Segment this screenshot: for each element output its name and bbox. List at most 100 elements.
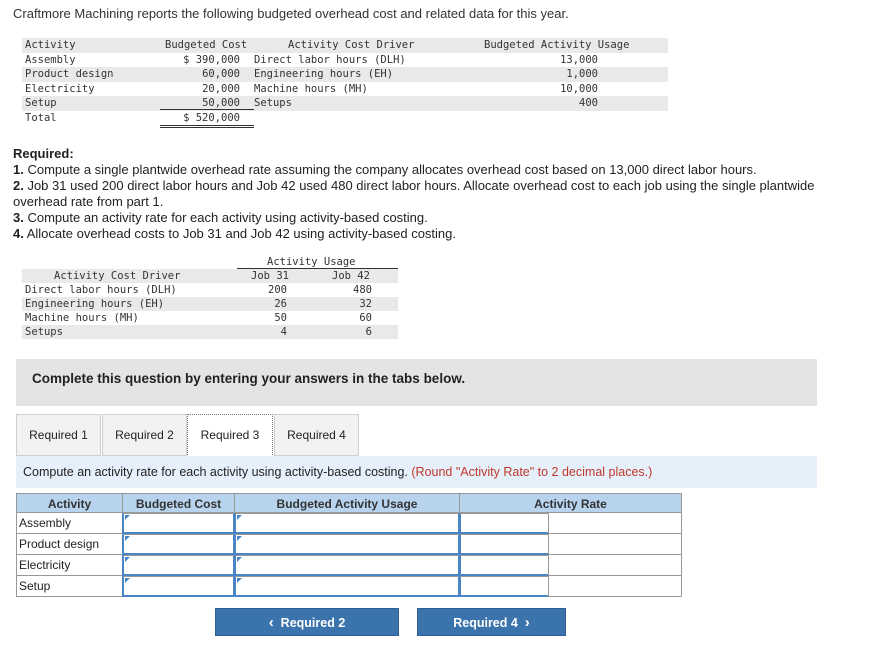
row-driver: Setups xyxy=(25,326,63,338)
instruction-main: Compute an activity rate for each activi… xyxy=(23,465,412,479)
budgeted-cost-input[interactable] xyxy=(122,534,235,555)
input-marker-icon xyxy=(125,557,130,562)
activity-rate-cell xyxy=(548,513,682,534)
chevron-left-icon: ‹ xyxy=(268,614,274,631)
col-header-budgeted-usage: Budgeted Activity Usage xyxy=(234,493,460,513)
instruction-text: Compute an activity rate for each activi… xyxy=(23,465,652,479)
row-usage: 10,000 xyxy=(560,82,598,95)
answer-row-label: Product design xyxy=(16,534,123,555)
row-job-42: 32 xyxy=(359,298,372,310)
prev-required-2-button[interactable]: ‹ Required 2 xyxy=(215,608,399,636)
input-marker-icon xyxy=(237,557,242,562)
banner-text: Complete this question by entering your … xyxy=(32,371,466,386)
table-row: Machine hours (MH) 50 60 xyxy=(22,311,398,325)
item-number: 2. xyxy=(13,178,24,193)
item-text: Allocate overhead costs to Job 31 and Jo… xyxy=(23,226,456,241)
intro-text: Craftmore Machining reports the followin… xyxy=(13,6,569,21)
row-cost: 50,000 xyxy=(202,97,240,109)
required-item-4: 4. Allocate overhead costs to Job 31 and… xyxy=(13,226,843,242)
activity-usage-table: Activity Usage Activity Cost Driver Job … xyxy=(22,255,398,339)
row-job-42: 60 xyxy=(359,312,372,324)
table-row: Assembly $ 390,000 Direct labor hours (D… xyxy=(22,53,668,68)
row-activity: Product design xyxy=(25,68,114,80)
row-driver: Setups xyxy=(254,97,292,109)
row-job-31: 26 xyxy=(274,298,287,310)
row-driver: Machine hours (MH) xyxy=(25,312,139,324)
header-job-42: Job 42 xyxy=(332,270,370,282)
rate-operator-input[interactable] xyxy=(459,513,550,534)
required-item-3: 3. Compute an activity rate for each act… xyxy=(13,210,843,226)
row-driver: Direct labor hours (DLH) xyxy=(254,53,406,66)
row-job-31: 50 xyxy=(274,312,287,324)
answer-row-label: Electricity xyxy=(16,555,123,576)
col-header-activity-rate: Activity Rate xyxy=(459,493,682,513)
required-section: Required: 1. Compute a single plantwide … xyxy=(13,146,843,242)
row-activity: Total xyxy=(25,111,57,124)
table-row: Electricity 20,000 Machine hours (MH) 10… xyxy=(22,82,668,97)
item-text: Job 31 used 200 direct labor hours and J… xyxy=(13,178,815,209)
budgeted-usage-input[interactable] xyxy=(234,576,460,597)
item-text: Compute an activity rate for each activi… xyxy=(23,210,428,225)
prev-button-label: Required 2 xyxy=(280,616,346,630)
next-required-4-button[interactable]: Required 4 › xyxy=(417,608,566,636)
input-marker-icon xyxy=(125,515,130,520)
header-budgeted-usage: Budgeted Activity Usage xyxy=(484,39,630,51)
budgeted-usage-input[interactable] xyxy=(234,555,460,576)
row-job-31: 200 xyxy=(268,284,287,296)
budgeted-usage-input[interactable] xyxy=(234,513,460,534)
tab-required-3[interactable]: Required 3 xyxy=(187,414,273,457)
header-cost-driver: Activity Cost Driver xyxy=(54,270,181,282)
row-job-42: 480 xyxy=(353,284,372,296)
group-header-row: Activity Usage xyxy=(22,255,398,269)
header-job-31: Job 31 xyxy=(251,270,289,282)
row-usage: 1,000 xyxy=(566,68,598,80)
budget-data-table: Activity Budgeted Cost Activity Cost Dri… xyxy=(22,38,668,128)
row-activity: Assembly xyxy=(25,53,76,66)
header-activity: Activity xyxy=(25,39,76,51)
input-marker-icon xyxy=(125,536,130,541)
budgeted-cost-input[interactable] xyxy=(122,513,235,534)
instruction-banner: Complete this question by entering your … xyxy=(16,359,817,406)
item-number: 3. xyxy=(13,210,24,225)
rate-operator-input[interactable] xyxy=(459,555,550,576)
rate-operator-input[interactable] xyxy=(459,534,550,555)
input-marker-icon xyxy=(125,578,130,583)
next-button-label: Required 4 xyxy=(453,616,518,630)
activity-rate-cell xyxy=(548,555,682,576)
table-header-row: Activity Budgeted Cost Activity Cost Dri… xyxy=(22,38,668,53)
item-number: 4. xyxy=(13,226,24,241)
table-row: Setups 4 6 xyxy=(22,325,398,339)
required-item-1: 1. Compute a single plantwide overhead r… xyxy=(13,162,843,178)
row-driver: Machine hours (MH) xyxy=(254,82,368,95)
input-marker-icon xyxy=(237,578,242,583)
tab-required-2[interactable]: Required 2 xyxy=(102,414,187,456)
row-cost: 60,000 xyxy=(202,68,240,80)
item-number: 1. xyxy=(13,162,24,177)
required-item-2: 2. Job 31 used 200 direct labor hours an… xyxy=(13,178,843,210)
tab-required-1[interactable]: Required 1 xyxy=(16,414,101,456)
tab-required-4[interactable]: Required 4 xyxy=(274,414,359,456)
header-activity-usage: Activity Usage xyxy=(267,256,356,268)
budgeted-usage-input[interactable] xyxy=(234,534,460,555)
table-row-total: Total $ 520,000 xyxy=(22,111,668,128)
header-budgeted-cost: Budgeted Cost xyxy=(165,39,248,51)
row-activity: Setup xyxy=(25,97,57,109)
total-underline-2 xyxy=(160,126,254,128)
row-usage: 13,000 xyxy=(560,53,598,66)
col-header-budgeted-cost: Budgeted Cost xyxy=(122,493,235,513)
budgeted-cost-input[interactable] xyxy=(122,576,235,597)
rounding-note: (Round "Activity Rate" to 2 decimal plac… xyxy=(411,465,653,479)
rate-operator-input[interactable] xyxy=(459,576,550,597)
row-cost: 20,000 xyxy=(202,82,240,95)
row-job-31: 4 xyxy=(280,326,287,338)
row-cost: $ 390,000 xyxy=(183,53,240,66)
row-cost: $ 520,000 xyxy=(183,111,240,124)
row-activity: Electricity xyxy=(25,82,95,95)
table-row: Product design 60,000 Engineering hours … xyxy=(22,67,668,82)
input-marker-icon xyxy=(237,515,242,520)
budgeted-cost-input[interactable] xyxy=(122,555,235,576)
answer-row-label: Assembly xyxy=(16,513,123,534)
table-row: Setup 50,000 Setups 400 xyxy=(22,96,668,111)
table-row: Engineering hours (EH) 26 32 xyxy=(22,297,398,311)
row-driver: Direct labor hours (DLH) xyxy=(25,284,177,296)
